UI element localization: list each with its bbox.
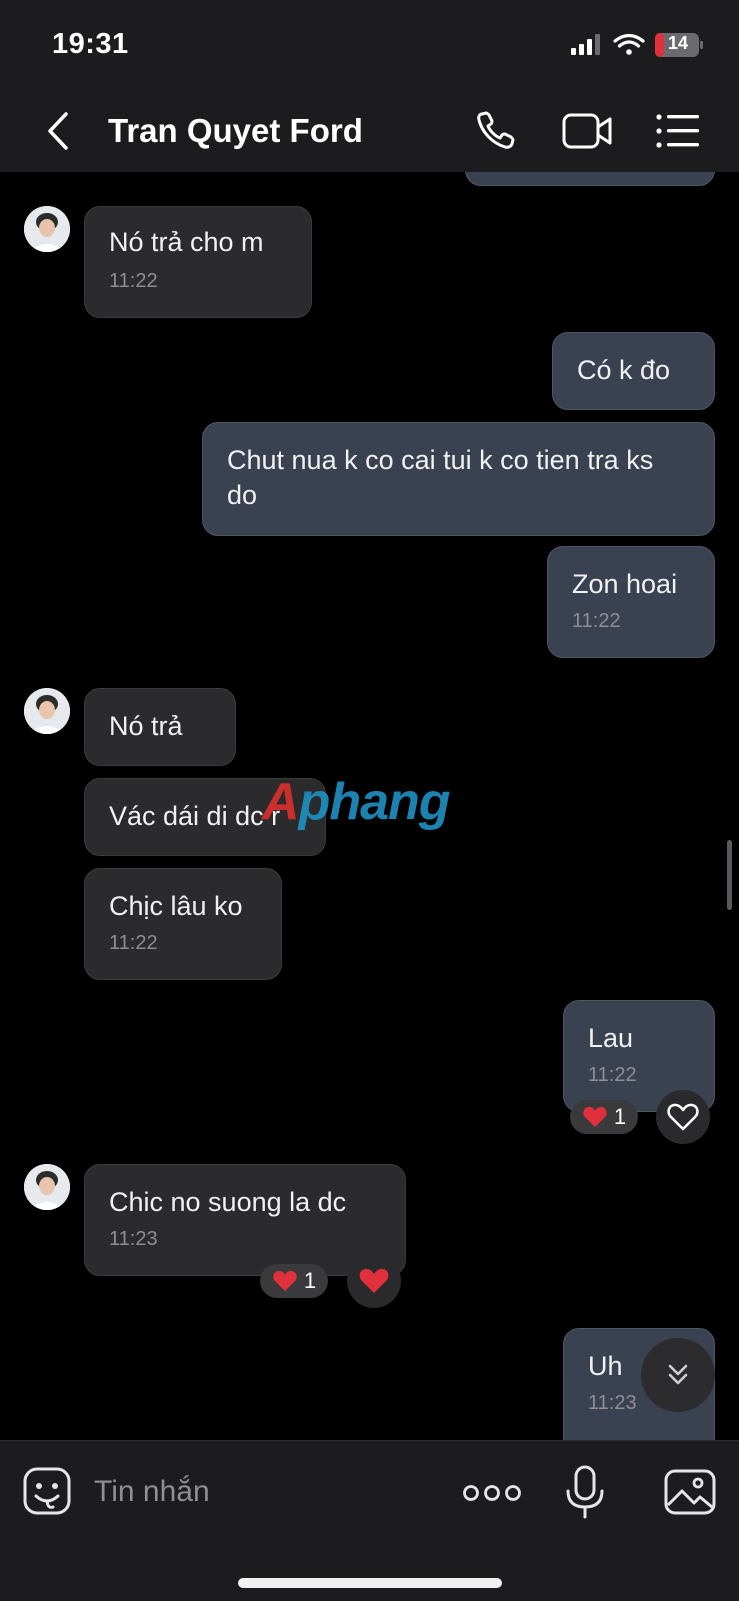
avatar[interactable] [24,206,70,252]
heart-icon [583,1106,607,1127]
status-icons: 14 [571,30,711,60]
watermark-logo: Aphang [262,772,451,832]
outgoing-message[interactable]: Chut nua k co cai tui k co tien tra ks d… [202,422,715,536]
status-time: 19:31 [52,28,129,60]
scroll-to-bottom-button[interactable] [641,1338,715,1412]
sticker-button[interactable] [20,1463,78,1521]
menu-list-icon [656,114,699,148]
more-button[interactable] [462,1463,522,1521]
message-text: Có k đo [577,355,671,385]
back-icon [48,112,68,150]
image-icon [664,1469,716,1515]
message-time: 11:22 [572,610,621,632]
home-indicator [238,1578,502,1588]
incoming-message[interactable]: Nó trả cho m 11:22 [84,206,312,318]
composer-bar: Tin nhắn [0,1440,739,1601]
incoming-message[interactable]: Chịc lâu ko 11:22 [84,868,282,980]
avatar[interactable] [24,1164,70,1210]
heart-icon [359,1268,389,1293]
message-text: Lau [588,1023,634,1053]
watermark-part1: A [262,773,300,831]
outgoing-message[interactable]: Zon hoai 11:22 [547,546,715,658]
heart-icon [273,1270,297,1291]
reaction-count: 1 [303,1268,317,1293]
message-time: 11:22 [588,1064,637,1086]
reaction-summary[interactable]: 1 [570,1100,638,1134]
phone-icon [477,111,515,149]
message-input[interactable]: Tin nhắn [94,1475,210,1509]
reaction-count: 1 [613,1104,627,1129]
message-text: Nó trả cho m [109,227,264,257]
scrollbar[interactable] [727,840,732,910]
watermark-part2: phang [298,773,451,831]
sticker-icon [23,1467,71,1515]
message-text: Chut nua k co cai tui k co tien tra ks d… [227,445,654,510]
image-picker-button[interactable] [662,1463,720,1521]
chat-header: Tran Quyet Ford [0,90,739,173]
wifi-icon [613,33,645,55]
call-button[interactable] [470,106,526,156]
message-text: Zon hoai [572,569,678,599]
avatar[interactable] [24,688,70,734]
contact-name[interactable]: Tran Quyet Ford [108,112,363,150]
voice-message-button[interactable] [556,1463,614,1521]
battery-level: 14 [667,33,689,53]
incoming-message[interactable]: Nó trả [84,688,236,766]
message-text: Chịc lâu ko [109,891,243,921]
info-menu-button[interactable] [652,106,708,156]
message-text: Chic no suong la dc [109,1187,347,1217]
signal-icon [571,34,600,55]
message-time: 11:22 [109,932,158,954]
microphone-icon [566,1465,604,1519]
message-bubble-partial[interactable] [465,172,715,186]
chevron-double-down-icon [668,1364,688,1385]
reaction-summary[interactable]: 1 [260,1264,328,1298]
react-button[interactable] [347,1254,401,1308]
react-button[interactable] [656,1090,710,1144]
message-text: Nó trả [109,711,183,741]
message-time: 11:23 [109,1228,158,1250]
heart-outline-icon [667,1103,699,1131]
outgoing-message[interactable]: Có k đo [552,332,715,410]
message-time: 11:22 [109,270,158,292]
more-icon [463,1485,521,1501]
video-icon [562,113,612,149]
back-button[interactable] [38,106,82,156]
video-call-button[interactable] [560,106,616,156]
status-bar: 19:31 14 [0,0,739,90]
